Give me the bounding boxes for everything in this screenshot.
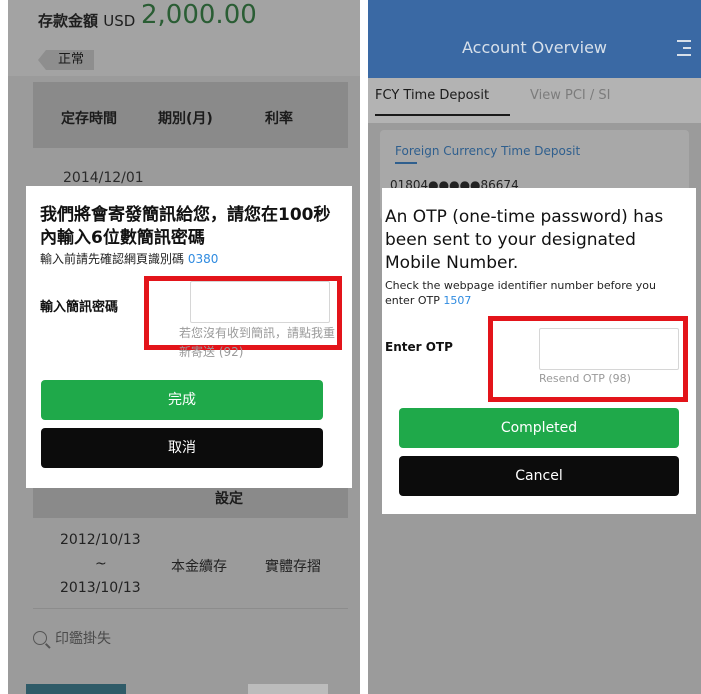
right-screen: Account Overview FCY Time Deposit View P… (368, 0, 701, 694)
dialog-subtitle: Check the webpage identifier number befo… (385, 278, 675, 308)
hamburger-menu-icon[interactable] (677, 40, 691, 60)
column-header-period: 期別(月) (158, 111, 213, 127)
amount-header: 存款金額 USD 2,000.00 正常 (8, 0, 360, 76)
bottom-banner (26, 684, 126, 694)
table-header: 定存時間 期別(月) 利率 (33, 82, 348, 148)
column-header-term: 定存時間 (61, 111, 117, 127)
card-title: Foreign Currency Time Deposit (395, 144, 581, 158)
left-screen: 存款金額 USD 2,000.00 正常 定存時間 期別(月) 利率 2014/… (8, 0, 360, 694)
cancel-button[interactable]: Cancel (399, 456, 679, 496)
otp-dialog-en: An OTP (one-time password) has been sent… (382, 188, 696, 514)
card-accent-line (395, 162, 417, 164)
otp-field-label: Enter OTP (385, 340, 453, 354)
settle-header: 設定 (33, 488, 348, 518)
magnifier-icon (33, 631, 47, 645)
tab-fcy-time-deposit[interactable]: FCY Time Deposit (375, 88, 489, 103)
deposit-amount-text: 存款金額 (38, 12, 99, 30)
header-title: Account Overview (461, 38, 607, 57)
row2-start-date: 2012/10/13 (60, 532, 141, 548)
column-header-rate: 利率 (265, 111, 293, 127)
row2-passbook: 實體存摺 (265, 559, 321, 575)
webpage-identifier: 1507 (443, 294, 472, 307)
dialog-subtitle: 輸入前請先確認網頁識別碼 0380 (40, 250, 218, 267)
row2-end-date: 2013/10/13 (60, 580, 141, 596)
complete-button[interactable]: 完成 (41, 380, 323, 420)
resend-otp-link[interactable]: Resend OTP (98) (539, 372, 631, 385)
row1-date: 2014/12/01 (63, 170, 144, 186)
cancel-button[interactable]: 取消 (41, 428, 323, 468)
row2-renewal: 本金續存 (171, 559, 227, 575)
highlight-box (488, 316, 688, 402)
deposit-amount-value: 2,000.00 (141, 0, 257, 30)
table-row: 2012/10/13 ~ 2013/10/13 本金續存 實體存摺 (33, 518, 348, 608)
tab-view-pci-si[interactable]: View PCI / SI (530, 88, 610, 103)
currency-label: USD (103, 12, 136, 30)
deposit-amount-label: 存款金額 USD (38, 10, 135, 31)
row2-date-separator: ~ (95, 556, 107, 572)
resend-sms-link[interactable]: 若您沒有收到簡訊，請點我重新寄送 (92) (179, 324, 335, 362)
otp-field-label: 輸入簡訊密碼 (40, 300, 119, 315)
identifier-prompt: 輸入前請先確認網頁識別碼 (40, 252, 185, 266)
status-badge: 正常 (37, 50, 95, 70)
active-tab-indicator (375, 114, 510, 116)
dialog-title: An OTP (one-time password) has been sent… (385, 207, 664, 273)
report-seal-loss-link[interactable]: 印鑑掛失 (33, 628, 111, 648)
otp-dialog-zh: 我們將會寄發簡訊給您，請您在100秒內輸入6位數簡訊密碼 輸入前請先確認網頁識別… (26, 186, 352, 488)
dialog-title: 我們將會寄發簡訊給您，請您在100秒內輸入6位數簡訊密碼 (40, 205, 331, 248)
completed-button[interactable]: Completed (399, 408, 679, 448)
app-header: Account Overview (368, 0, 701, 78)
identifier-prompt: Check the webpage identifier number befo… (385, 279, 656, 307)
bottom-banner-secondary (248, 684, 328, 694)
tab-bar: FCY Time Deposit View PCI / SI (368, 78, 701, 123)
settle-label: 設定 (215, 491, 243, 507)
report-seal-loss-label: 印鑑掛失 (55, 631, 111, 647)
webpage-identifier: 0380 (187, 252, 219, 266)
divider (33, 608, 348, 609)
